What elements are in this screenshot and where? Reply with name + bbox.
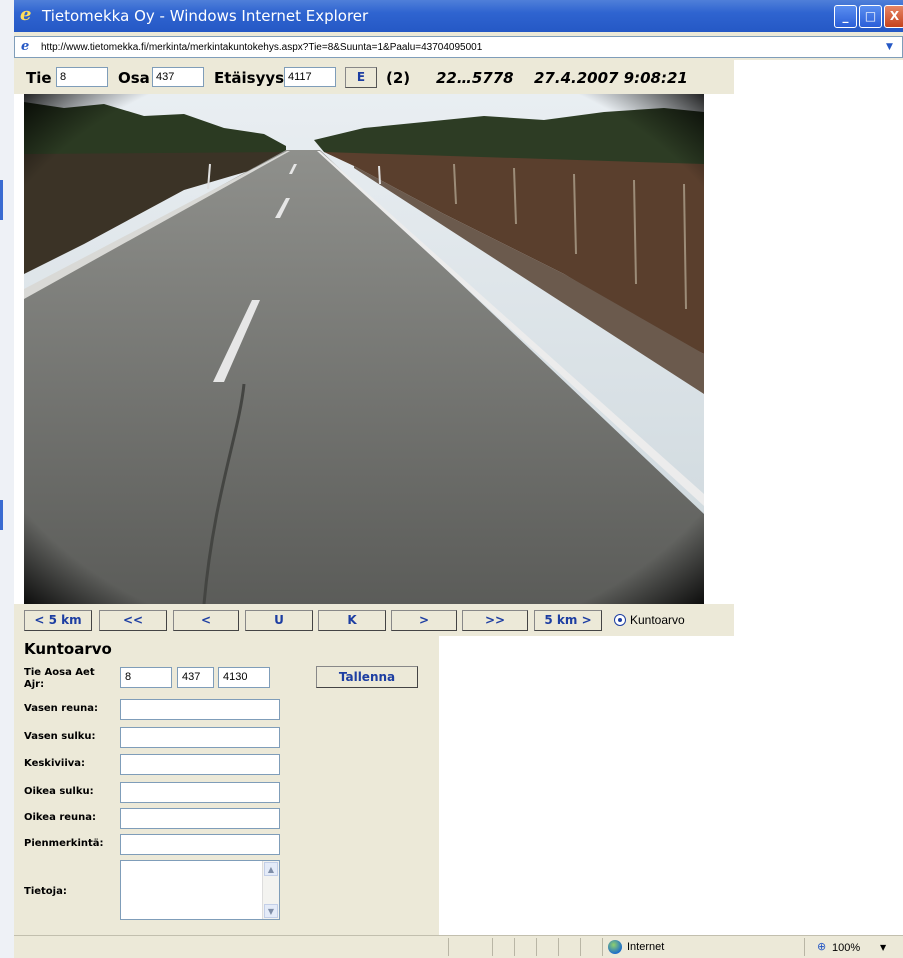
tie-label: Tie [26, 69, 52, 87]
etaisyys-input[interactable]: 4117 [284, 67, 336, 87]
ie-logo-icon: e [20, 4, 32, 25]
address-url[interactable]: http://www.tietomekka.fi/merkinta/merkin… [41, 41, 482, 54]
save-button[interactable]: Tallenna [316, 666, 418, 688]
fast-forward-button[interactable]: >> [462, 610, 528, 631]
vasen-reuna-label: Vasen reuna: [24, 703, 98, 714]
back-button[interactable]: < [173, 610, 239, 631]
minimize-button[interactable]: _ [834, 5, 857, 28]
kuntoarvo-radio[interactable] [614, 614, 626, 626]
etaisyys-label: Etäisyys [214, 69, 285, 87]
oikea-reuna-label: Oikea reuna: [24, 812, 97, 823]
vasen-sulku-label: Vasen sulku: [24, 731, 96, 742]
status-divider [492, 938, 493, 956]
oikea-reuna-input[interactable] [120, 808, 280, 829]
forward-button[interactable]: > [391, 610, 457, 631]
tietoja-label: Tietoja: [24, 886, 67, 897]
maximize-button[interactable]: □ [859, 5, 882, 28]
tietoja-textarea[interactable]: ▲ ▼ [120, 860, 280, 920]
road-image [24, 94, 704, 604]
e-button[interactable]: E [345, 67, 377, 88]
zoom-level[interactable]: 100% [832, 941, 860, 955]
status-divider [804, 938, 805, 956]
scroll-down-icon[interactable]: ▼ [264, 904, 278, 918]
security-zone: Internet [627, 941, 665, 953]
status-divider [448, 938, 449, 956]
kuntoarvo-form: Kuntoarvo Tie Aosa Aet Ajr: 8 437 4130 T… [14, 636, 439, 935]
status-divider [558, 938, 559, 956]
radio-selected-dot [618, 618, 622, 622]
desktop-mark [0, 500, 3, 530]
capture-datetime: 27.4.2007 9:08:21 [534, 69, 688, 87]
status-divider [536, 938, 537, 956]
status-divider [602, 938, 603, 956]
vasen-reuna-input[interactable] [120, 699, 280, 720]
image-count: (2) [386, 69, 411, 87]
status-divider [580, 938, 581, 956]
keskiviiva-label: Keskiviiva: [24, 758, 86, 769]
ids-label: Tie Aosa Aet Ajr: [24, 667, 95, 690]
tie-field[interactable]: 8 [120, 667, 172, 688]
zoom-dropdown-icon[interactable]: ▼ [880, 941, 886, 955]
zoom-icon[interactable]: ⊕ [817, 940, 826, 954]
vasen-sulku-input[interactable] [120, 727, 280, 748]
aosa-field[interactable]: 437 [177, 667, 214, 688]
pienmerkinta-input[interactable] [120, 834, 280, 855]
window-title: Tietomekka Oy - Windows Internet Explore… [42, 7, 369, 25]
back-5km-button[interactable]: < 5 km [24, 610, 92, 631]
address-dropdown-icon[interactable]: ▼ [886, 40, 898, 54]
forward-5km-button[interactable]: 5 km > [534, 610, 602, 631]
pienmerkinta-label: Pienmerkintä: [24, 838, 104, 849]
browser-window: e Tietomekka Oy - Windows Internet Explo… [14, 0, 903, 958]
fast-back-button[interactable]: << [99, 610, 167, 631]
image-id: 22…5778 [436, 69, 514, 87]
osa-label: Osa [118, 69, 150, 87]
u-button[interactable]: U [245, 610, 313, 631]
title-bar: e Tietomekka Oy - Windows Internet Explo… [14, 0, 903, 32]
oikea-sulku-label: Oikea sulku: [24, 786, 94, 797]
tie-input[interactable]: 8 [56, 67, 108, 87]
page-icon: e [21, 39, 30, 54]
internet-globe-icon [608, 940, 622, 954]
k-button[interactable]: K [318, 610, 386, 631]
aet-field[interactable]: 4130 [218, 667, 270, 688]
status-divider [514, 938, 515, 956]
close-button[interactable]: X [884, 5, 903, 28]
keskiviiva-input[interactable] [120, 754, 280, 775]
desktop-edge [0, 0, 14, 958]
form-title: Kuntoarvo [24, 640, 112, 658]
address-bar[interactable]: e http://www.tietomekka.fi/merkinta/merk… [14, 36, 903, 58]
osa-input[interactable]: 437 [152, 67, 204, 87]
kuntoarvo-radio-label: Kuntoarvo [630, 613, 685, 627]
desktop-mark [0, 180, 3, 220]
status-bar: Internet ⊕ 100% ▼ [14, 935, 903, 958]
photo-navigation: < 5 km << < U K > >> 5 km > Kuntoarvo [14, 604, 734, 636]
oikea-sulku-input[interactable] [120, 782, 280, 803]
road-photo [24, 94, 704, 604]
location-header: Tie 8 Osa 437 Etäisyys 4117 E (2) 22…577… [14, 60, 734, 94]
scroll-up-icon[interactable]: ▲ [264, 862, 278, 876]
page-content: Tie 8 Osa 437 Etäisyys 4117 E (2) 22…577… [14, 60, 903, 935]
textarea-scrollbar[interactable]: ▲ ▼ [262, 861, 279, 919]
